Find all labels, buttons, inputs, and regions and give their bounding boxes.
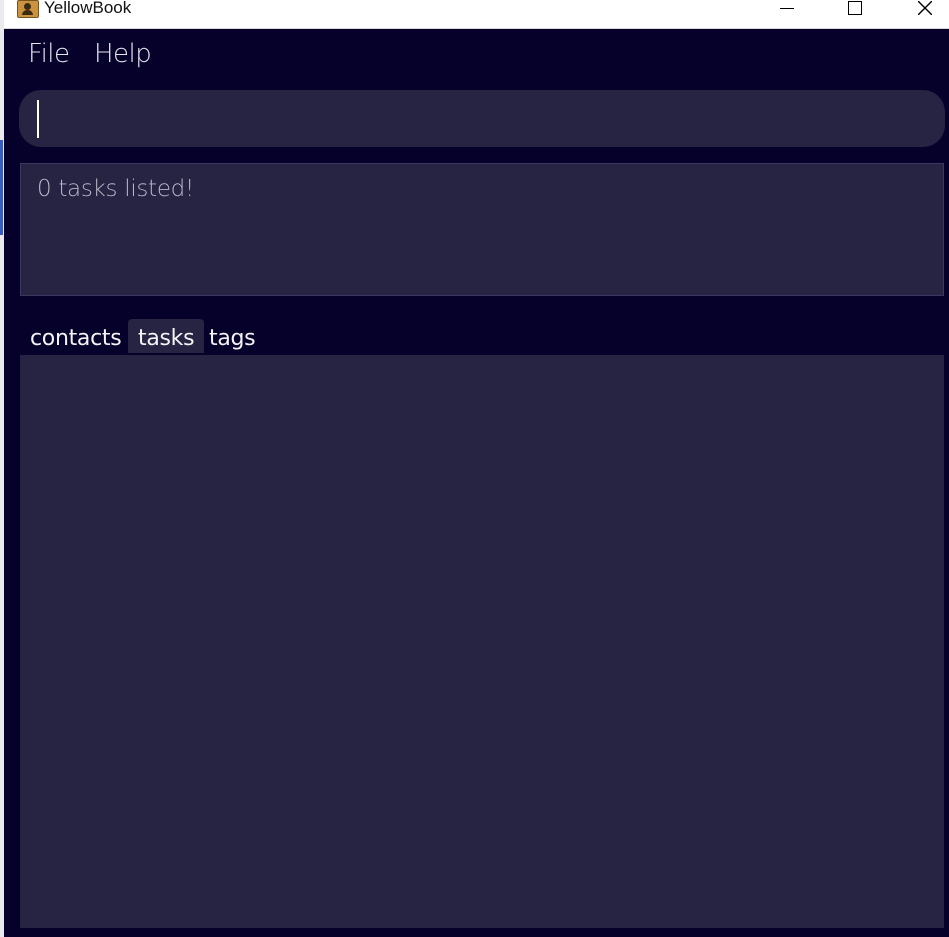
menu-bar: File Help [4,29,949,83]
tab-contacts[interactable]: contacts [20,319,131,353]
tab-tags[interactable]: tags [199,319,265,353]
command-box[interactable] [19,90,945,147]
app-contact-book-icon [17,0,39,18]
minimize-button[interactable] [764,0,810,22]
app-window: YellowBook File Help 0 tasks listed! con [0,0,949,937]
title-bar[interactable]: YellowBook [4,0,949,29]
tab-tasks[interactable]: tasks [128,319,205,353]
close-button[interactable] [902,0,948,22]
text-caret [37,100,39,138]
app-body: File Help 0 tasks listed! contacts tasks… [4,29,949,937]
result-message: 0 tasks listed! [37,176,194,202]
result-display: 0 tasks listed! [20,163,944,296]
maximize-icon [848,1,862,15]
window-title: YellowBook [44,0,132,17]
minimize-icon [780,7,794,9]
menu-help[interactable]: Help [94,39,152,69]
command-input[interactable] [43,100,927,140]
maximize-button[interactable] [832,0,878,22]
task-list-panel[interactable] [20,355,944,928]
close-icon [918,1,932,15]
menu-file[interactable]: File [28,39,70,69]
tab-bar: contacts tasks tags [20,319,940,355]
